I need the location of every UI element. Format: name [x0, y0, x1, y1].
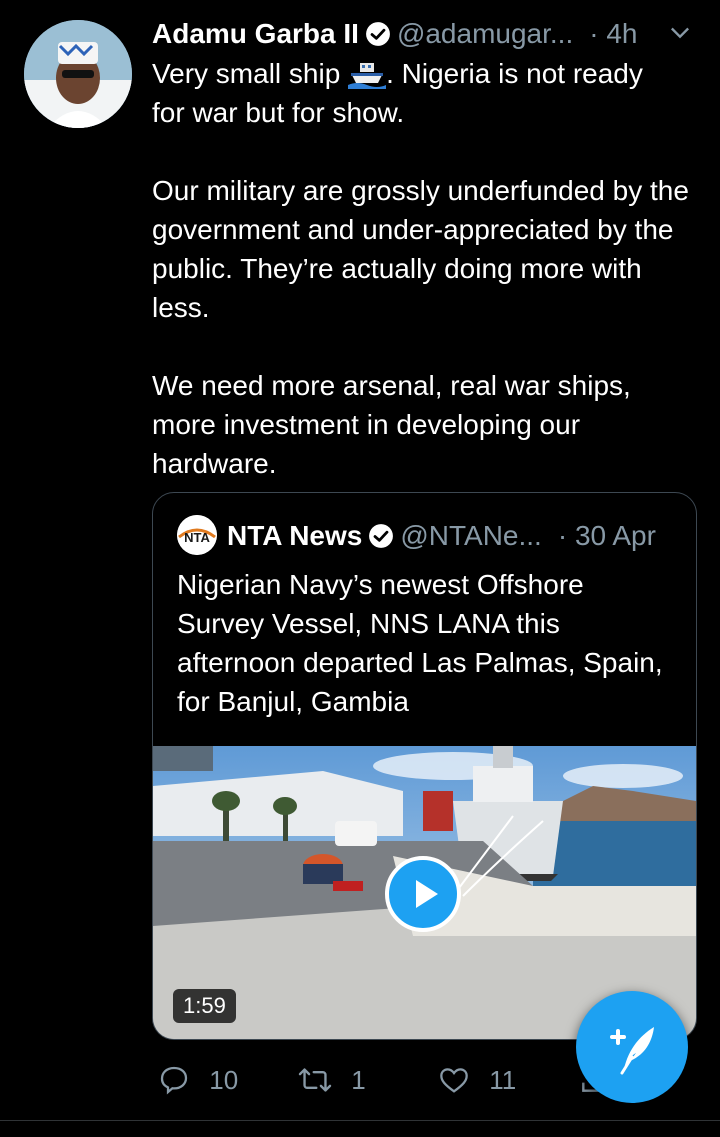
avatar-image: [24, 20, 132, 128]
tweet-timestamp[interactable]: · 4h: [589, 18, 637, 49]
tweet-text-line2: for war but for show.: [152, 97, 405, 128]
reply-icon: [160, 1066, 188, 1095]
tweet-text-line1b: . Nigeria is not ready: [386, 58, 643, 89]
author-avatar[interactable]: [24, 20, 132, 128]
play-icon: [416, 880, 438, 908]
like-count: 11: [489, 1065, 517, 1095]
tweet[interactable]: Adamu Garba II @adamugar... · 4h Very smal…: [0, 0, 720, 1137]
quoted-tweet[interactable]: NTA NTA News @NTANe... · 30 Apr Nigerian N…: [152, 492, 697, 1040]
tweet-paragraph-2: Our military are grossly underfunded by …: [152, 175, 689, 323]
compose-feather-icon: [610, 1027, 654, 1075]
tweet-text: Very small ship . Nigeria is not ready f…: [152, 54, 692, 483]
heart-icon: [440, 1068, 468, 1093]
quoted-author-handle: @NTANe...: [400, 520, 542, 551]
video-duration: 1:59: [173, 989, 236, 1023]
quoted-author-name[interactable]: NTA News: [227, 520, 362, 551]
quoted-tweet-text: Nigerian Navy’s newest Offshore Survey V…: [177, 565, 677, 721]
verified-badge-icon: [369, 524, 394, 548]
reply-count: 10: [209, 1065, 239, 1095]
reply-action[interactable]: 10: [158, 1060, 238, 1100]
divider: [0, 1120, 720, 1121]
svg-text:NTA: NTA: [184, 530, 210, 545]
compose-tweet-button[interactable]: [576, 991, 688, 1103]
tweet-header: Adamu Garba II @adamugar... · 4h: [152, 14, 702, 54]
like-action[interactable]: 11: [438, 1060, 516, 1100]
retweet-count: 1: [351, 1065, 366, 1095]
nta-logo: NTA: [177, 515, 217, 555]
tweet-text-line1a: Very small ship: [152, 58, 341, 89]
retweet-icon: [298, 1068, 332, 1092]
chevron-down-icon[interactable]: [666, 18, 694, 46]
quoted-text: Nigerian Navy’s newest Offshore Survey V…: [177, 569, 663, 717]
retweet-action[interactable]: 1: [298, 1060, 366, 1100]
ship-emoji-icon: [348, 63, 387, 89]
tweet-paragraph-3: We need more arsenal, real war ships, mo…: [152, 370, 631, 479]
author-name[interactable]: Adamu Garba II: [152, 18, 359, 49]
author-handle[interactable]: @adamugar...: [397, 18, 573, 49]
verified-badge-icon: [366, 22, 390, 46]
play-button[interactable]: [385, 856, 461, 932]
quoted-timestamp: · 30 Apr: [557, 520, 656, 551]
quoted-tweet-header: NTA NTA News @NTANe... · 30 Apr: [177, 515, 656, 555]
